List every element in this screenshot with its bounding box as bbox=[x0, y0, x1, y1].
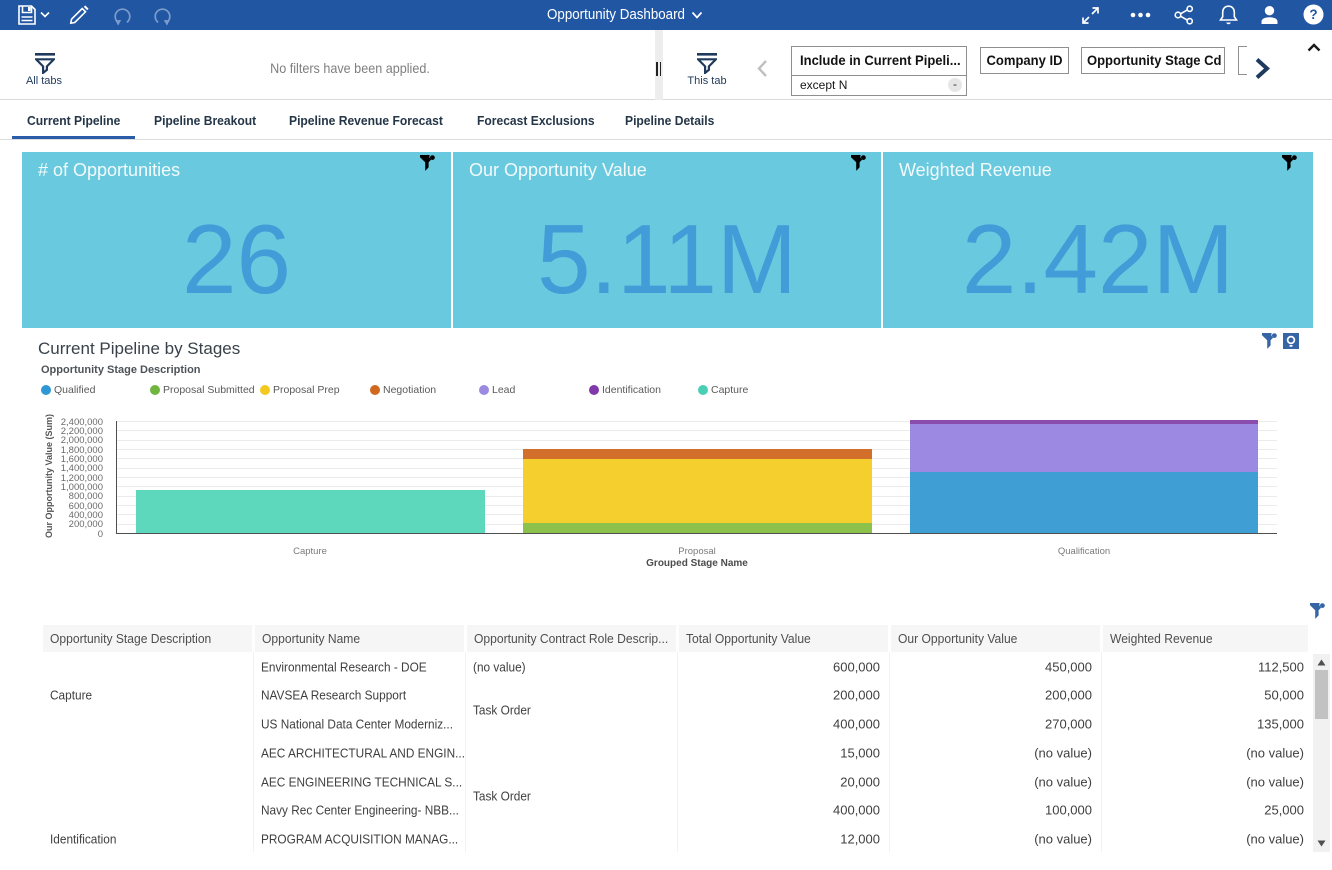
svg-text:?: ? bbox=[1309, 7, 1317, 22]
